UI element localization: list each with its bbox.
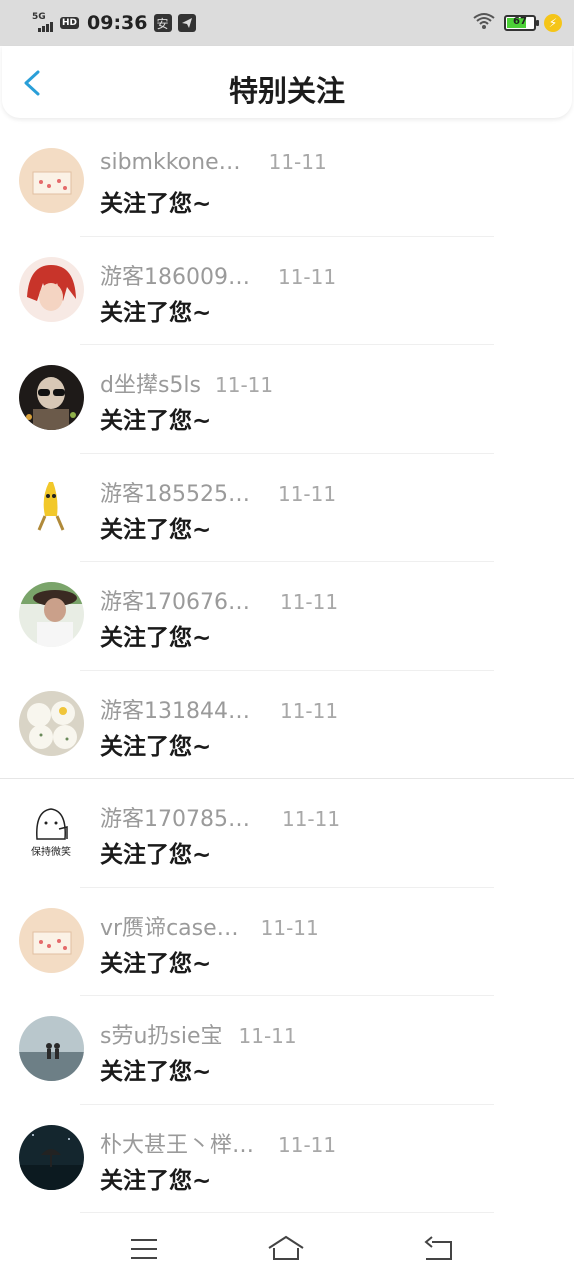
- buns-avatar: [19, 690, 84, 756]
- follow-message: 关注了您~: [100, 950, 212, 977]
- list-item[interactable]: 游客185525… 11-11 关注了您~: [0, 454, 574, 562]
- list-item[interactable]: 朴大甚王丶榉… 11-11 关注了您~: [0, 1105, 574, 1213]
- follow-message: 关注了您~: [100, 842, 212, 868]
- banana-avatar: [19, 473, 84, 539]
- follow-message: 关注了您~: [100, 516, 212, 543]
- status-time: 09:36: [87, 12, 148, 34]
- follow-message: 关注了您~: [100, 625, 212, 651]
- cake-avatar: [19, 148, 84, 213]
- follow-message: 关注了您~: [100, 299, 212, 326]
- user-name[interactable]: d坐撵s5ls: [100, 367, 201, 399]
- app-icon: 安: [153, 14, 172, 32]
- back-icon[interactable]: [418, 1234, 458, 1264]
- list-item[interactable]: s劳u扔sie宝 11-11 关注了您~: [0, 996, 574, 1105]
- list-item[interactable]: sibmkkone… 11-11 关注了您~: [0, 128, 574, 237]
- follow-date: 11-11: [238, 1024, 297, 1048]
- list-item[interactable]: 游客186009… 11-11 关注了您~: [0, 237, 574, 345]
- avatar-caption: 保持微笑: [31, 845, 71, 858]
- sketch-avatar: 保持微笑: [19, 799, 84, 864]
- anime-avatar: [19, 256, 84, 322]
- follow-date: 11-11: [279, 590, 339, 614]
- user-name[interactable]: 游客186009…: [100, 259, 250, 291]
- cake-avatar: [19, 907, 84, 973]
- list-item[interactable]: 游客170676… 11-11 关注了您~: [0, 562, 574, 671]
- battery-icon: 67: [504, 15, 539, 31]
- page-title: 特别关注: [228, 74, 345, 108]
- divider: [80, 1212, 494, 1213]
- user-name[interactable]: s劳u扔sie宝: [100, 1018, 223, 1050]
- hat-person-avatar: [19, 582, 84, 647]
- follow-message: 关注了您~: [100, 191, 212, 217]
- sea-couple-avatar: [19, 1016, 84, 1081]
- battery-level: 67: [513, 16, 527, 27]
- follow-date: 11-11: [215, 373, 274, 397]
- user-name[interactable]: 朴大甚王丶榉…: [100, 1127, 254, 1159]
- list-item[interactable]: d坐撵s5ls 11-11 关注了您~: [0, 345, 574, 454]
- user-name[interactable]: vr赝谛case…: [100, 910, 239, 942]
- list-item[interactable]: 游客131844… 11-11 关注了您~: [0, 671, 574, 779]
- follow-date: 11-11: [260, 915, 319, 940]
- sunglasses-avatar: [19, 365, 84, 430]
- user-name[interactable]: 游客170676…: [100, 584, 250, 616]
- user-name[interactable]: sibmkkone…: [100, 150, 241, 175]
- follow-message: 关注了您~: [100, 1059, 212, 1085]
- wifi-icon: [472, 12, 496, 34]
- user-name[interactable]: 游客185525…: [100, 476, 250, 508]
- follow-list: sibmkkone… 11-11 关注了您~ 游客186009… 11-11 关…: [0, 128, 574, 1213]
- home-icon[interactable]: [266, 1234, 306, 1264]
- follow-date: 11-11: [281, 807, 341, 831]
- night-umbrella-avatar: [19, 1124, 84, 1190]
- follow-date: 11-11: [277, 481, 337, 506]
- follow-message: 关注了您~: [100, 408, 212, 434]
- follow-date: 11-11: [279, 698, 339, 723]
- user-name[interactable]: 游客131844…: [100, 693, 250, 725]
- follow-date: 11-11: [277, 264, 337, 289]
- status-bar: 5G HD 09:36 安 67 ⚡: [0, 0, 574, 46]
- page-header: 特别关注: [2, 46, 572, 118]
- system-nav-bar: [0, 1220, 574, 1280]
- charging-icon: ⚡: [544, 14, 562, 32]
- follow-date: 11-11: [268, 150, 327, 174]
- list-item[interactable]: 保持微笑 游客170785… 11-11 关注了您~: [0, 779, 574, 888]
- list-item[interactable]: vr赝谛case… 11-11 关注了您~: [0, 888, 574, 996]
- telegram-icon: [177, 14, 196, 32]
- user-name[interactable]: 游客170785…: [100, 801, 250, 833]
- hd-icon: HD: [60, 17, 80, 29]
- follow-message: 关注了您~: [100, 733, 212, 760]
- follow-message: 关注了您~: [100, 1167, 212, 1194]
- follow-date: 11-11: [278, 1132, 337, 1157]
- signal-icon: 5G: [30, 12, 54, 34]
- menu-icon[interactable]: [124, 1234, 164, 1264]
